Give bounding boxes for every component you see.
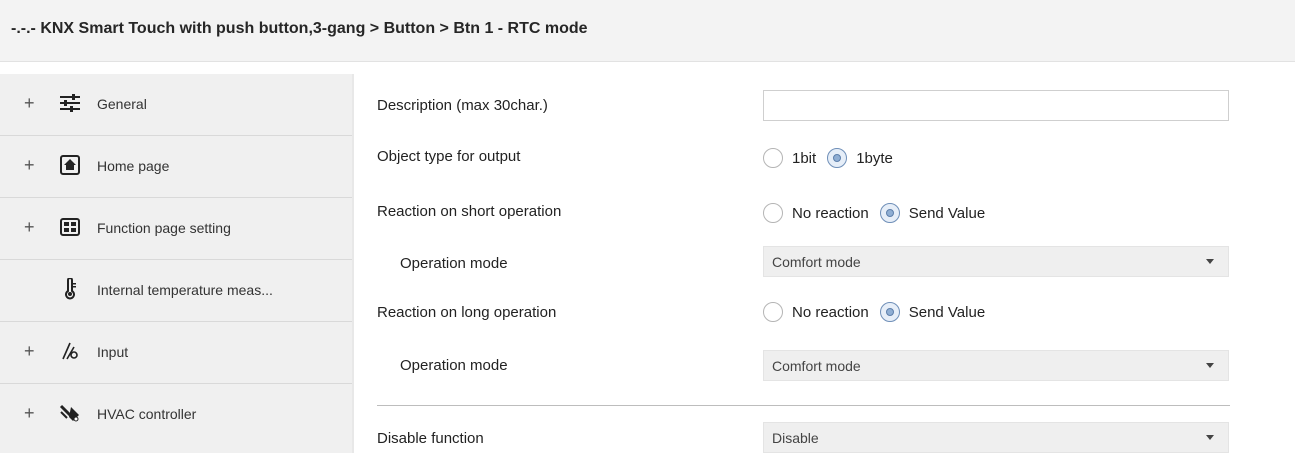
- radio-long-no-reaction[interactable]: No reaction: [763, 302, 869, 322]
- short-operation-mode-value: Comfort mode: [772, 254, 861, 270]
- disable-function-value: Disable: [772, 430, 819, 446]
- home-icon: [59, 155, 81, 175]
- sidebar-item-general[interactable]: + General: [0, 74, 352, 136]
- radio-label-short-no-reaction: No reaction: [792, 204, 869, 222]
- expand-icon[interactable]: +: [24, 217, 35, 238]
- short-operation-radio-group: No reaction Send Value: [763, 201, 996, 225]
- short-operation-mode-select[interactable]: Comfort mode: [763, 246, 1229, 277]
- input-icon: [59, 341, 81, 361]
- description-label: Description (max 30char.): [377, 97, 548, 114]
- radio-long-send-value[interactable]: Send Value: [879, 302, 986, 322]
- sidebar-item-function-page-setting[interactable]: + Function page setting: [0, 198, 352, 260]
- expand-icon[interactable]: +: [24, 341, 35, 362]
- sidebar-item-hvac-controller[interactable]: + HVAC controller: [0, 384, 352, 446]
- radio-circle-1byte[interactable]: [827, 148, 848, 168]
- radio-label-short-send-value: Send Value: [908, 204, 986, 222]
- page-title: -.-.- KNX Smart Touch with push button,3…: [11, 20, 588, 37]
- sidebar-item-home-page[interactable]: + Home page: [0, 136, 352, 198]
- radio-label-1bit: 1bit: [792, 149, 817, 167]
- thermometer-icon: [59, 278, 81, 300]
- sidebar-item-input[interactable]: + Input: [0, 322, 352, 384]
- expand-icon[interactable]: +: [24, 155, 35, 176]
- radio-short-no-reaction[interactable]: No reaction: [763, 203, 869, 223]
- chevron-down-icon: [1206, 259, 1214, 264]
- disable-function-label: Disable function: [377, 430, 484, 447]
- grid-icon: [59, 217, 81, 237]
- long-operation-mode-select[interactable]: Comfort mode: [763, 350, 1229, 381]
- radio-short-send-value[interactable]: Send Value: [879, 203, 986, 223]
- expand-icon[interactable]: +: [24, 93, 35, 114]
- sidebar-item-label: Function page setting: [97, 220, 231, 236]
- section-divider: [377, 405, 1230, 406]
- radio-1bit[interactable]: 1bit: [763, 148, 816, 168]
- disable-function-select[interactable]: Disable: [763, 422, 1229, 453]
- sidebar-divider: [352, 74, 354, 453]
- title-bar: -.-.- KNX Smart Touch with push button,3…: [0, 0, 1295, 62]
- short-operation-label: Reaction on short operation: [377, 203, 562, 220]
- expand-icon[interactable]: +: [24, 403, 35, 424]
- chevron-down-icon: [1206, 435, 1214, 440]
- sidebar: + General + Home page + Function page se…: [0, 74, 352, 453]
- short-operation-mode-label: Operation mode: [400, 255, 508, 272]
- sidebar-item-internal-temperature[interactable]: Internal temperature meas...: [0, 260, 352, 322]
- chevron-down-icon: [1206, 363, 1214, 368]
- object-type-label: Object type for output: [377, 148, 521, 165]
- radio-label-long-send-value: Send Value: [908, 303, 986, 321]
- long-operation-mode-value: Comfort mode: [772, 358, 861, 374]
- sidebar-item-label: Internal temperature meas...: [97, 282, 273, 298]
- sidebar-item-label: Input: [97, 344, 129, 360]
- radio-circle-long-send-value[interactable]: [879, 302, 900, 322]
- radio-1byte[interactable]: 1byte: [827, 148, 893, 168]
- sidebar-item-label: Home page: [97, 158, 170, 174]
- radio-label-long-no-reaction: No reaction: [792, 303, 869, 321]
- sidebar-item-label: General: [97, 96, 147, 112]
- radio-circle-short-send-value[interactable]: [879, 203, 900, 223]
- long-operation-mode-label: Operation mode: [400, 357, 508, 374]
- sliders-icon: [59, 93, 81, 113]
- long-operation-radio-group: No reaction Send Value: [763, 300, 996, 324]
- radio-label-1byte: 1byte: [856, 149, 893, 167]
- hvac-icon: [59, 403, 81, 423]
- description-input[interactable]: [763, 90, 1229, 121]
- sidebar-item-label: HVAC controller: [97, 406, 197, 422]
- radio-circle-short-no-reaction[interactable]: [763, 203, 783, 223]
- radio-circle-1bit[interactable]: [763, 148, 783, 168]
- radio-circle-long-no-reaction[interactable]: [763, 302, 783, 322]
- object-type-radio-group: 1bit 1byte: [763, 146, 904, 170]
- long-operation-label: Reaction on long operation: [377, 304, 557, 321]
